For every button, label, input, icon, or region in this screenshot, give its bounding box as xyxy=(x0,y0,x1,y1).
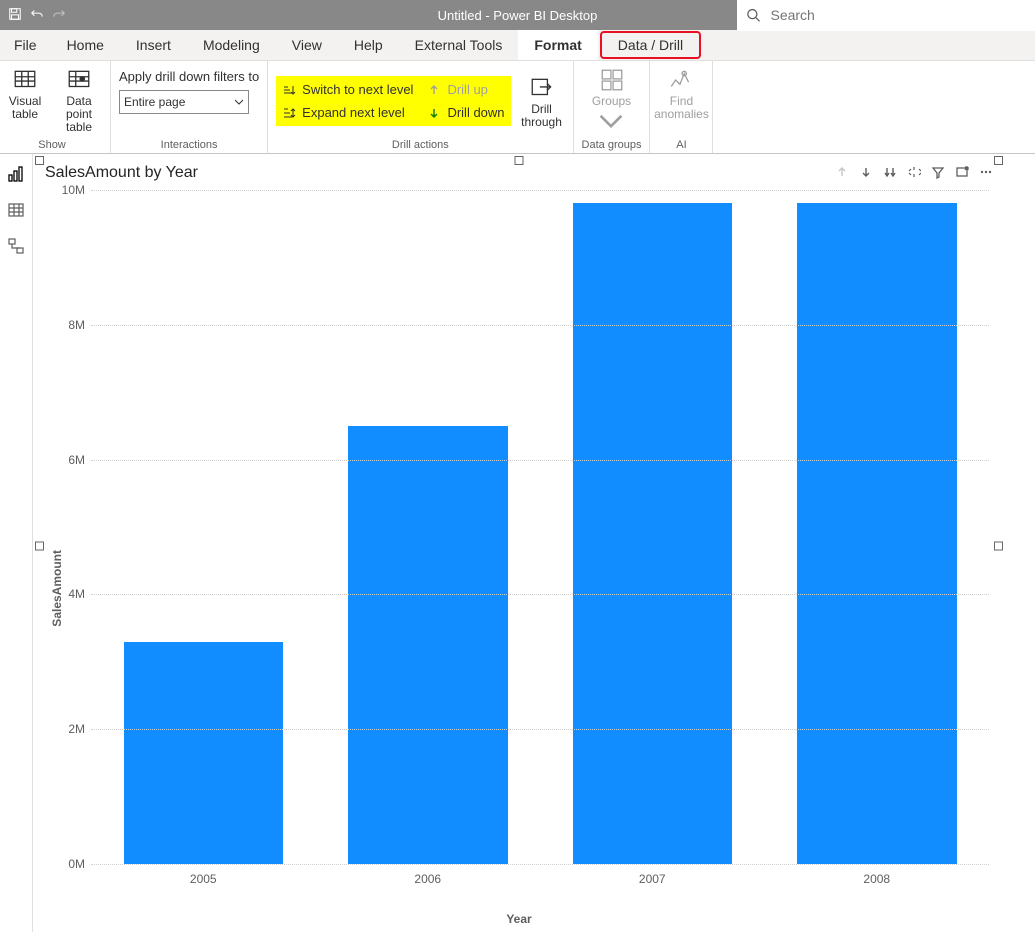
drill-up-icon[interactable] xyxy=(835,165,849,182)
group-drill-actions: Switch to next level Drill up Expand nex… xyxy=(268,61,573,153)
bar[interactable] xyxy=(797,203,957,864)
y-tick-label: 4M xyxy=(68,587,91,601)
drill-up-button[interactable]: Drill up xyxy=(427,82,504,97)
chart-action-bar xyxy=(835,165,993,182)
ribbon: Visual table Data point table Show Apply… xyxy=(0,61,1035,154)
report-canvas[interactable]: SalesAmount by Year SalesAmount 0M 2M 4M 6M… xyxy=(33,154,1035,932)
y-axis-title: SalesAmount xyxy=(50,550,64,627)
x-tick-label: 2005 xyxy=(190,872,217,886)
report-view-icon[interactable] xyxy=(6,164,26,184)
drill-down-icon[interactable] xyxy=(859,165,873,182)
switch-next-level-button[interactable]: Switch to next level xyxy=(282,82,413,97)
tab-view[interactable]: View xyxy=(276,30,338,60)
tab-insert[interactable]: Insert xyxy=(120,30,187,60)
bar-slot xyxy=(765,203,990,864)
datapoint-table-button[interactable]: Data point table xyxy=(56,65,102,134)
filter-icon[interactable] xyxy=(931,165,945,182)
gridline xyxy=(91,190,989,191)
search-input[interactable] xyxy=(768,6,1026,24)
chart-title: SalesAmount by Year xyxy=(45,164,198,182)
bar[interactable] xyxy=(573,203,733,864)
tab-home[interactable]: Home xyxy=(51,30,120,60)
ribbon-tabs: File Home Insert Modeling View Help Exte… xyxy=(0,30,1035,61)
more-options-icon[interactable] xyxy=(979,165,993,182)
drill-actions-highlight: Switch to next level Drill up Expand nex… xyxy=(276,76,510,126)
group-show: Visual table Data point table Show xyxy=(0,61,111,153)
y-tick-label: 8M xyxy=(68,318,91,332)
drill-through-button[interactable]: Drill through xyxy=(519,73,565,129)
x-tick-label: 2006 xyxy=(414,872,441,886)
find-anomalies-button: Find anomalies xyxy=(658,65,704,121)
titlebar: Untitled - Power BI Desktop xyxy=(0,0,1035,30)
bar[interactable] xyxy=(348,426,508,864)
apply-drill-select[interactable]: Entire page xyxy=(119,90,249,114)
undo-icon[interactable] xyxy=(30,7,44,24)
tab-external-tools[interactable]: External Tools xyxy=(399,30,519,60)
visual-table-button[interactable]: Visual table xyxy=(2,65,48,121)
tab-file[interactable]: File xyxy=(0,30,51,60)
bar-slot xyxy=(316,426,541,864)
group-interactions: Apply drill down filters to Entire page … xyxy=(111,61,268,153)
view-rail xyxy=(0,154,33,932)
expand-next-level-button[interactable]: Expand next level xyxy=(282,105,413,120)
bar-slot xyxy=(540,203,765,864)
tab-format[interactable]: Format xyxy=(518,30,597,60)
drill-down-button[interactable]: Drill down xyxy=(427,105,504,120)
gridline xyxy=(91,460,989,461)
groups-button: Groups xyxy=(589,65,635,137)
tab-help[interactable]: Help xyxy=(338,30,399,60)
y-tick-label: 2M xyxy=(68,722,91,736)
tab-data-drill[interactable]: Data / Drill xyxy=(600,31,701,59)
search-icon xyxy=(746,7,760,23)
group-data-groups: Groups Data groups xyxy=(574,61,651,153)
gridline xyxy=(91,864,989,865)
chevron-down-icon xyxy=(598,108,624,134)
main-area: SalesAmount by Year SalesAmount 0M 2M 4M 6M… xyxy=(0,154,1035,932)
data-view-icon[interactable] xyxy=(6,200,26,220)
y-tick-label: 6M xyxy=(68,453,91,467)
x-axis-title: Year xyxy=(39,910,999,932)
x-tick-label: 2007 xyxy=(639,872,666,886)
chart-plot: SalesAmount 0M2M4M6M8M10M200520062007200… xyxy=(39,190,999,910)
bar[interactable] xyxy=(124,642,284,864)
next-level-icon[interactable] xyxy=(883,165,897,182)
gridline xyxy=(91,594,989,595)
redo-icon[interactable] xyxy=(52,7,66,24)
chart-visual[interactable]: SalesAmount by Year SalesAmount 0M 2M 4M 6M… xyxy=(39,160,999,932)
search-box[interactable] xyxy=(737,0,1035,31)
gridline xyxy=(91,325,989,326)
focus-mode-icon[interactable] xyxy=(955,165,969,182)
y-tick-label: 10M xyxy=(62,183,91,197)
bar-slot xyxy=(91,642,316,864)
tab-modeling[interactable]: Modeling xyxy=(187,30,276,60)
y-tick-label: 0M xyxy=(68,857,91,871)
gridline xyxy=(91,729,989,730)
chevron-down-icon xyxy=(234,97,244,107)
save-icon[interactable] xyxy=(8,7,22,24)
expand-all-icon[interactable] xyxy=(907,165,921,182)
group-ai: Find anomalies AI xyxy=(650,61,713,153)
model-view-icon[interactable] xyxy=(6,236,26,256)
apply-drill-label: Apply drill down filters to xyxy=(119,69,259,84)
x-tick-label: 2008 xyxy=(863,872,890,886)
